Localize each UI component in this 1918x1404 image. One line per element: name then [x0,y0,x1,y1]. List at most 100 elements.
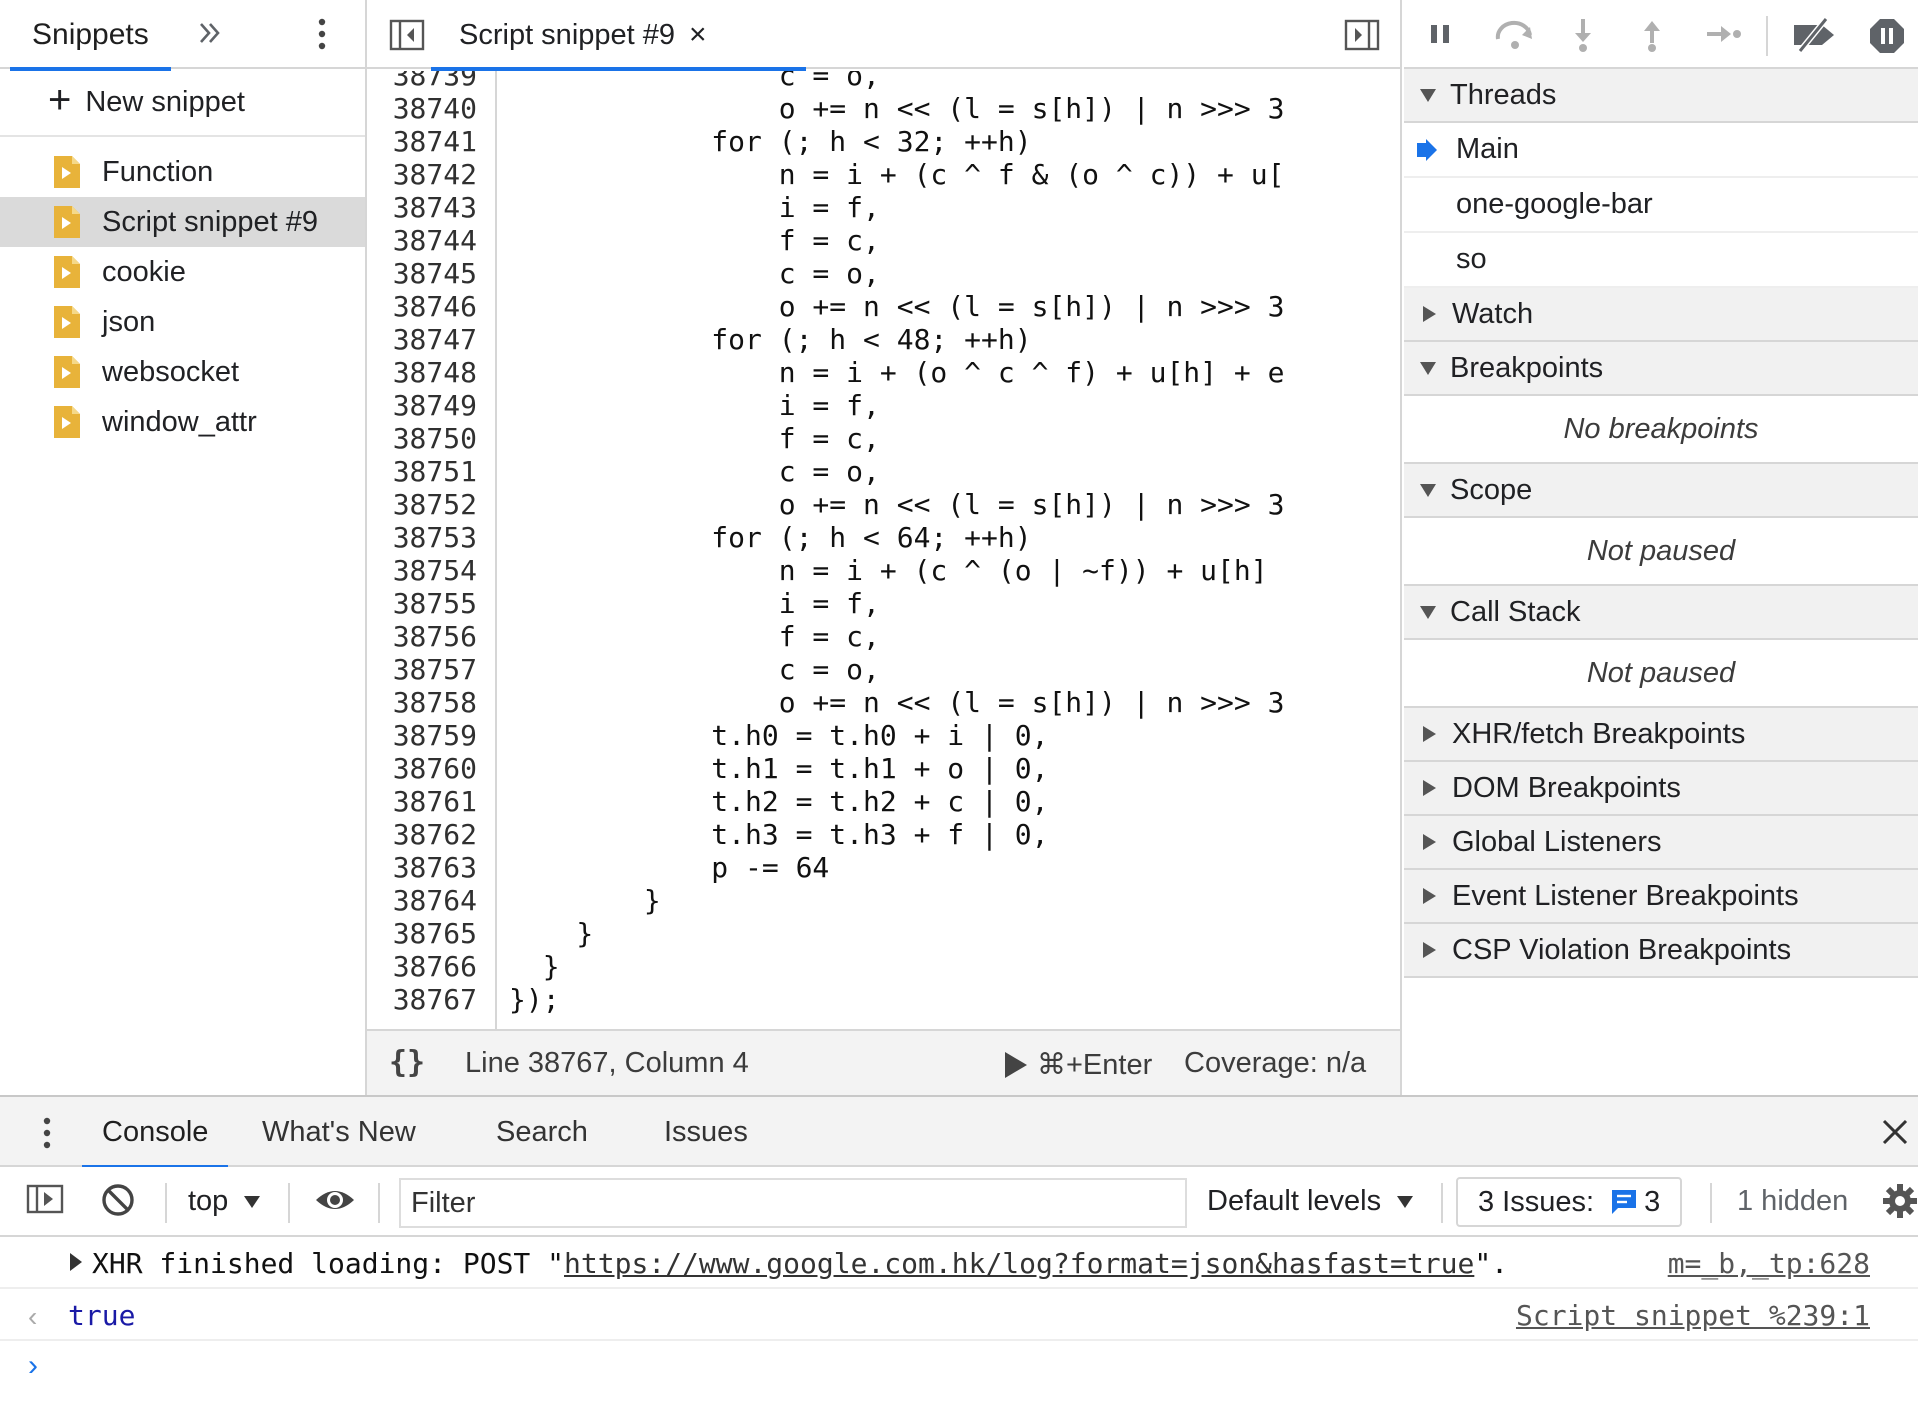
code-line[interactable]: c = o, [501,71,1400,92]
line-number[interactable]: 38765 [367,917,495,950]
line-number[interactable]: 38756 [367,620,495,653]
live-expression-eye-icon[interactable] [314,1182,356,1218]
line-number[interactable]: 38748 [367,356,495,389]
line-number[interactable]: 38758 [367,686,495,719]
tab-search[interactable]: Search [496,1097,588,1167]
pause-icon[interactable] [1426,17,1456,51]
line-number[interactable]: 38750 [367,422,495,455]
line-number[interactable]: 38751 [367,455,495,488]
line-number[interactable]: 38749 [367,389,495,422]
line-number[interactable]: 38757 [367,653,495,686]
step-over-icon[interactable] [1492,17,1538,51]
line-number[interactable]: 38740 [367,92,495,125]
code-line[interactable]: n = i + (c ^ f & (o ^ c)) + u[ [501,158,1400,191]
threads-section-header[interactable]: Threads [1404,69,1918,123]
console-prompt[interactable]: › [0,1341,1918,1393]
code-line[interactable]: }); [501,983,1400,1016]
line-number-gutter[interactable]: 38739 38740 38741 38742 38743 38744 38745 38746… [367,71,497,1029]
thread-item[interactable]: one-google-bar [1404,178,1918,233]
code-line[interactable]: for (; h < 64; ++h) [501,521,1400,554]
code-line[interactable]: } [501,917,1400,950]
vertical-dots-icon[interactable] [315,16,329,52]
console-message-xhr[interactable]: XHR finished loading: POST "https://www.… [0,1237,1918,1289]
code-content[interactable]: c = o, o += n << (l = s[h]) | n >>> 3 fo… [501,71,1400,1016]
line-number[interactable]: 38744 [367,224,495,257]
tab-snippets[interactable]: Snippets [10,0,171,71]
code-line[interactable]: for (; h < 32; ++h) [501,125,1400,158]
code-line[interactable]: o += n << (l = s[h]) | n >>> 3 [501,290,1400,323]
line-number[interactable]: 38760 [367,752,495,785]
scope-section-header[interactable]: Scope [1404,464,1918,518]
code-line[interactable]: n = i + (o ^ c ^ f) + u[h] + e [501,356,1400,389]
line-number[interactable]: 38764 [367,884,495,917]
line-number[interactable]: 38761 [367,785,495,818]
code-line[interactable]: t.h0 = t.h0 + i | 0, [501,719,1400,752]
deactivate-breakpoints-icon[interactable] [1790,17,1840,53]
run-snippet-button[interactable]: ⌘+Enter [1005,1047,1152,1082]
tab-console[interactable]: Console [81,1097,229,1169]
code-line[interactable]: o += n << (l = s[h]) | n >>> 3 [501,686,1400,719]
snippet-item[interactable]: Script snippet #9 [0,197,365,247]
code-line[interactable]: o += n << (l = s[h]) | n >>> 3 [501,92,1400,125]
pretty-print-button[interactable]: {} [389,1045,425,1080]
breakpoints-section-header[interactable]: Breakpoints [1404,342,1918,396]
code-line[interactable]: f = c, [501,620,1400,653]
tab-issues[interactable]: Issues [664,1097,748,1167]
thread-item[interactable]: so [1404,233,1918,288]
code-line[interactable]: c = o, [501,653,1400,686]
message-url-link[interactable]: https://www.google.com.hk/log?format=jso… [564,1247,1474,1280]
clear-console-icon[interactable] [100,1182,136,1218]
thread-item[interactable]: Main [1404,123,1918,178]
tab-whats-new[interactable]: What's New [262,1097,416,1167]
code-line[interactable]: t.h1 = t.h1 + o | 0, [501,752,1400,785]
line-number[interactable]: 38747 [367,323,495,356]
context-selector[interactable]: top [188,1185,261,1218]
line-number[interactable]: 38752 [367,488,495,521]
line-number[interactable]: 38763 [367,851,495,884]
line-number[interactable]: 38741 [367,125,495,158]
line-number[interactable]: 38745 [367,257,495,290]
line-number[interactable]: 38754 [367,554,495,587]
tab-script-snippet-9[interactable]: Script snippet #9 × [431,0,806,71]
watch-section-header[interactable]: Watch [1404,288,1918,342]
result-source-link[interactable]: Script snippet %239:1 [1516,1299,1870,1332]
line-number[interactable]: 38746 [367,290,495,323]
code-line[interactable]: c = o, [501,455,1400,488]
issues-button[interactable]: 3 Issues: 3 [1456,1177,1683,1227]
code-line[interactable]: } [501,950,1400,983]
expand-triangle-icon[interactable] [70,1253,82,1271]
new-snippet-button[interactable]: + New snippet [0,69,365,137]
step-into-icon[interactable] [1568,17,1598,53]
line-number[interactable]: 38753 [367,521,495,554]
line-number[interactable]: 38755 [367,587,495,620]
line-number[interactable]: 38762 [367,818,495,851]
code-line[interactable]: i = f, [501,587,1400,620]
code-line[interactable]: p -= 64 [501,851,1400,884]
call-stack-section-header[interactable]: Call Stack [1404,586,1918,640]
code-line[interactable]: } [501,884,1400,917]
collapsed-section-header[interactable]: Global Listeners [1404,816,1918,870]
collapsed-section-header[interactable]: CSP Violation Breakpoints [1404,924,1918,978]
code-line[interactable]: c = o, [501,257,1400,290]
close-drawer-icon[interactable] [1880,1117,1910,1147]
filter-input[interactable] [399,1178,1187,1228]
vertical-dots-icon[interactable] [40,1115,54,1151]
step-icon[interactable] [1704,17,1744,51]
console-result-row[interactable]: ‹ true Script snippet %239:1 [0,1289,1918,1341]
code-line[interactable]: o += n << (l = s[h]) | n >>> 3 [501,488,1400,521]
line-number[interactable]: 38742 [367,158,495,191]
code-line[interactable]: f = c, [501,422,1400,455]
message-source-link[interactable]: m=_b,_tp:628 [1668,1247,1870,1280]
pause-on-exceptions-icon[interactable] [1868,17,1906,55]
collapsed-section-header[interactable]: Event Listener Breakpoints [1404,870,1918,924]
line-number[interactable]: 38766 [367,950,495,983]
code-line[interactable]: f = c, [501,224,1400,257]
line-number[interactable]: 38767 [367,983,495,1016]
show-console-sidebar-icon[interactable] [26,1182,64,1216]
code-line[interactable]: i = f, [501,191,1400,224]
code-line[interactable]: for (; h < 48; ++h) [501,323,1400,356]
collapsed-section-header[interactable]: DOM Breakpoints [1404,762,1918,816]
close-icon[interactable]: × [689,18,707,51]
code-line[interactable]: n = i + (c ^ (o | ~f)) + u[h] [501,554,1400,587]
code-line[interactable]: t.h3 = t.h3 + f | 0, [501,818,1400,851]
